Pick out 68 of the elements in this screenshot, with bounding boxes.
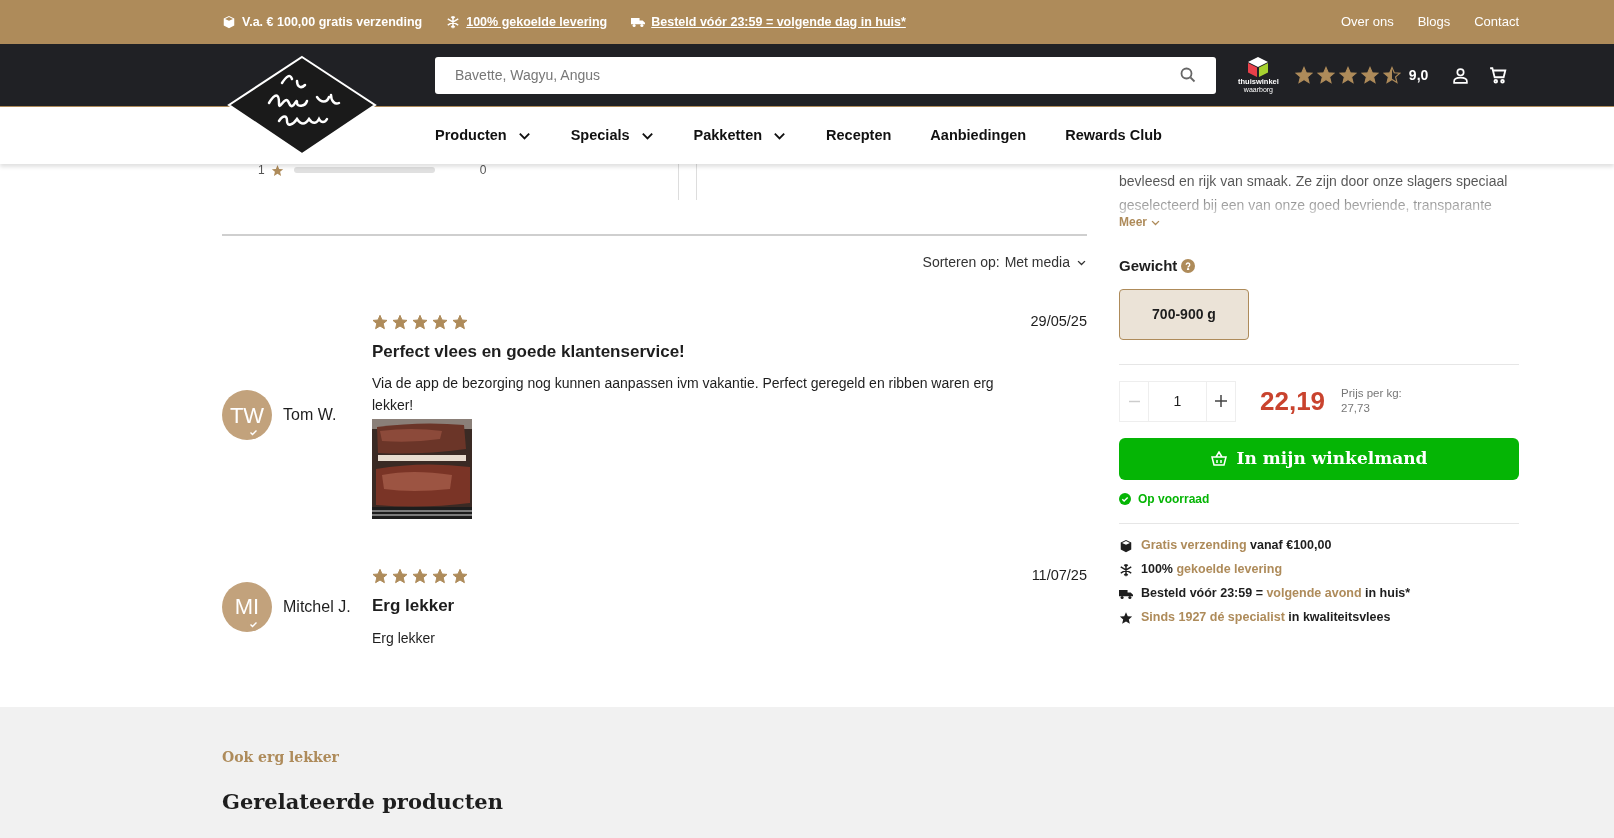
rating-score: 9,0 xyxy=(1408,65,1429,85)
star-icon xyxy=(392,568,408,585)
section-eyebrow: Ook erg lekker xyxy=(222,747,340,767)
review-date: 29/05/25 xyxy=(1030,312,1087,331)
search-icon[interactable] xyxy=(1180,67,1196,83)
star-icon xyxy=(452,568,468,585)
star-icon xyxy=(412,568,428,585)
rating-label: 1 xyxy=(258,164,265,176)
snowflake-icon xyxy=(446,15,461,29)
star-icon xyxy=(1382,66,1401,84)
rating-count: 0 xyxy=(479,164,487,176)
sort-select[interactable]: Met media xyxy=(1004,252,1087,273)
nav-item[interactable]: Aanbiedingen xyxy=(930,124,1027,147)
search-input[interactable]: Bavette, Wagyu, Angus xyxy=(455,64,1180,86)
quantity-stepper[interactable]: 1 xyxy=(1119,380,1236,422)
weight-label: Gewicht xyxy=(1119,256,1178,276)
section-title: Gerelateerde producten xyxy=(222,787,504,816)
review-title: Erg lekker xyxy=(372,595,456,617)
unit-price-label: Prijs per kg: xyxy=(1341,386,1402,401)
usp-text: 100% gekoelde levering xyxy=(1141,561,1283,579)
usp-text: Besteld vóór 23:59 = volgende avond in huis* xyxy=(1141,585,1411,603)
review-title: Perfect vlees en goede klantenservice! xyxy=(372,340,686,363)
cart-icon[interactable] xyxy=(1489,66,1508,84)
star-icon xyxy=(372,313,388,330)
unit-price: 27,73 xyxy=(1341,401,1371,416)
star-icon xyxy=(452,313,468,330)
user-icon[interactable] xyxy=(1452,66,1470,84)
star-icon xyxy=(432,313,448,330)
review-date: 11/07/25 xyxy=(1031,566,1087,586)
search-field[interactable]: Bavette, Wagyu, Angus xyxy=(435,56,1216,94)
star-icon xyxy=(372,568,388,585)
avatar: TW xyxy=(222,390,272,441)
basket-icon xyxy=(1210,451,1227,466)
star-icon xyxy=(432,568,448,585)
star-icon xyxy=(270,163,284,177)
sort-label: Sorteren op: xyxy=(922,253,1000,272)
star-icon xyxy=(1294,66,1313,84)
nav-item[interactable]: Specials xyxy=(570,124,655,147)
reviewer-name: Tom W. xyxy=(283,405,337,426)
cube-logo-icon xyxy=(1247,56,1270,77)
truck-icon xyxy=(631,15,646,29)
star-icon xyxy=(1360,66,1379,84)
reviewer-name: Mitchel J. xyxy=(283,596,351,617)
nav-item[interactable]: Rewards Club xyxy=(1065,124,1162,147)
plus-icon xyxy=(1215,395,1227,407)
help-icon[interactable] xyxy=(1181,259,1196,274)
nav-item[interactable]: Pakketten xyxy=(693,124,788,147)
check-circle-icon xyxy=(1119,492,1131,505)
star-icon xyxy=(412,313,428,330)
stock-status: Op voorraad xyxy=(1138,490,1210,508)
star-icon xyxy=(1338,66,1357,84)
nav-item[interactable]: Producten xyxy=(435,124,532,147)
package-icon xyxy=(1119,538,1133,553)
price: 22,19 xyxy=(1260,384,1326,418)
star-icon xyxy=(1119,610,1133,625)
star-icon xyxy=(392,313,408,330)
usp-text: Gratis verzending vanaf €100,00 xyxy=(1141,537,1332,555)
usp-text: Sinds 1927 dé specialist in kwaliteitsvlees xyxy=(1141,609,1391,627)
quantity-field[interactable]: 1 xyxy=(1148,381,1207,421)
review-text: Erg lekker xyxy=(372,628,437,648)
snowflake-icon xyxy=(1119,562,1133,577)
weight-option[interactable]: 700-900 g xyxy=(1119,288,1249,340)
star-icon xyxy=(1316,66,1335,84)
package-icon xyxy=(222,15,236,29)
nav-item[interactable]: Recepten xyxy=(826,124,892,147)
usp-text: V.a. € 100,00 gratis verzending xyxy=(242,13,423,31)
avatar: MI xyxy=(222,581,272,632)
review-text: Via de app de bezorging nog kunnen aanpassen ivm vakantie. Perfect geregeld en ribben waren erg lekker! xyxy=(372,374,995,416)
